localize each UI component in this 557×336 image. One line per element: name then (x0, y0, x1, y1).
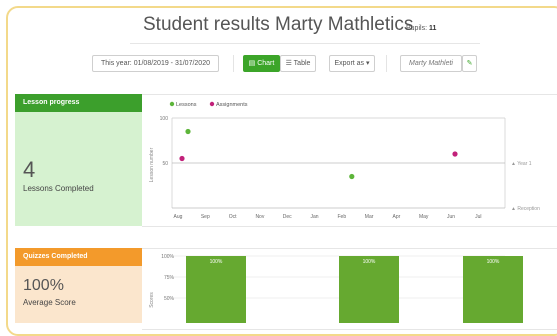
y-tick-label: 75% (164, 275, 175, 281)
bar-value-label: 100% (363, 259, 376, 265)
x-tick-label: Jan (310, 214, 318, 220)
bar (463, 256, 523, 323)
data-point (185, 128, 191, 135)
x-tick-label: Sep (201, 214, 210, 220)
x-tick-label: Dec (283, 214, 292, 220)
y-tick-label: 100 (160, 116, 169, 122)
bar-value-label: 100% (210, 259, 223, 265)
data-point (452, 151, 458, 157)
x-tick-label: Nov (255, 214, 264, 220)
x-tick-label: Apr (393, 214, 401, 220)
legend-label: Lessons (176, 102, 197, 108)
legend-dot (209, 101, 215, 107)
data-point (179, 155, 185, 162)
y-tick-label: 50% (164, 296, 175, 302)
bar-value-label: 100% (487, 259, 500, 265)
y-axis-label: Scores (149, 292, 155, 308)
x-tick-label: Mar (365, 214, 374, 220)
x-tick-label: Jul (475, 214, 481, 220)
y-tick-label: 100% (161, 254, 174, 260)
data-point (349, 173, 355, 180)
x-tick-label: Aug (174, 214, 183, 220)
y-axis-label: Lesson number (149, 147, 155, 182)
reference-label: ▲ Reception (511, 206, 540, 212)
x-tick-label: Jun (447, 214, 455, 220)
y-tick-label: 50 (162, 161, 168, 167)
x-tick-label: Feb (337, 214, 346, 220)
bar (339, 256, 399, 323)
bar (186, 256, 246, 323)
x-tick-label: Oct (229, 214, 237, 220)
reference-label: ▲ Year 1 (511, 161, 532, 167)
x-tick-label: May (419, 214, 429, 220)
charts-svg: 100 50 Lesson number Lessons Assignments ▲ Ye… (149, 101, 540, 323)
legend-dot (169, 101, 175, 107)
legend-label: Assignments (216, 102, 248, 108)
